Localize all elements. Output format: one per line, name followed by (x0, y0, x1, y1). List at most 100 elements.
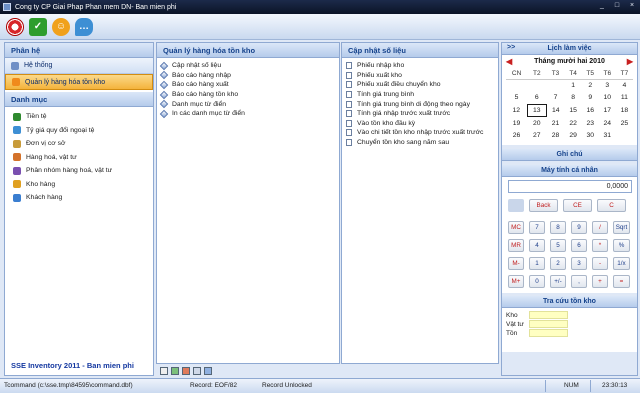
list-item[interactable]: Phiếu xuất điều chuyển kho (346, 80, 498, 90)
calc-2-button[interactable]: 2 (550, 256, 566, 270)
list-item[interactable]: Báo cáo hàng tồn kho (159, 90, 339, 100)
calendar-day[interactable]: 8 (565, 92, 582, 105)
prev-month-icon[interactable]: ◀ (506, 57, 512, 66)
list-item[interactable]: Phiếu xuất kho (346, 71, 498, 81)
checkmark-icon[interactable]: ✓ (29, 17, 47, 36)
calendar-day[interactable]: 30 (582, 129, 599, 142)
calc-equals-button[interactable]: = (613, 274, 630, 288)
calendar-day[interactable]: 14 (546, 104, 564, 117)
print-icon[interactable] (193, 366, 201, 375)
calendar-day[interactable]: 2 (582, 79, 599, 92)
list-item[interactable]: Danh mục từ điển (159, 99, 339, 109)
calendar-day[interactable]: 26 (506, 129, 527, 142)
list-item[interactable]: Tính giá trung bình di động theo ngày (346, 99, 498, 109)
calendar-day[interactable]: 17 (599, 104, 616, 117)
calendar-day[interactable]: 15 (565, 104, 582, 117)
calendar-day[interactable] (616, 129, 633, 142)
calendar-day[interactable]: 23 (582, 117, 599, 130)
calendar-day[interactable]: 29 (565, 129, 582, 142)
module-he-thong[interactable]: Hệ thống (5, 58, 153, 74)
calc-reciprocal-button[interactable]: 1/x (613, 256, 630, 270)
export-icon[interactable] (204, 366, 212, 375)
calendar-day[interactable]: 16 (582, 104, 599, 117)
next-month-icon[interactable]: ▶ (627, 57, 633, 66)
list-item[interactable]: Chuyển tồn kho sang năm sau (346, 138, 498, 148)
kho-input[interactable] (529, 311, 568, 320)
smiley-icon[interactable]: ☺ (52, 17, 70, 36)
chat-bubble-icon[interactable]: … (75, 17, 93, 36)
list-item[interactable]: Báo cáo hàng nhập (159, 71, 339, 81)
danhmuc-item-khach-hang[interactable]: Khách hàng (5, 191, 153, 205)
calc-multiply-button[interactable]: * (592, 238, 608, 252)
calendar-day[interactable]: 5 (506, 92, 527, 105)
calc-0-button[interactable]: 0 (529, 274, 545, 288)
calc-percent-button[interactable]: % (613, 238, 630, 252)
list-item[interactable]: Tính giá nhập trước xuất trước (346, 109, 498, 119)
calc-decimal-button[interactable]: , (571, 274, 587, 288)
calendar-day[interactable]: 21 (546, 117, 564, 130)
calc-back-button[interactable]: Back (529, 198, 558, 212)
calendar-day[interactable]: 25 (616, 117, 633, 130)
calendar-day[interactable] (546, 79, 564, 92)
calc-3-button[interactable]: 3 (571, 256, 587, 270)
calendar-day[interactable]: 24 (599, 117, 616, 130)
calc-m-minus-button[interactable]: M- (508, 256, 524, 270)
calendar-day[interactable]: 6 (527, 92, 546, 105)
list-item[interactable]: Vào tồn kho đầu kỳ (346, 119, 498, 129)
calc-7-button[interactable]: 7 (529, 220, 545, 234)
ton-input[interactable] (529, 329, 568, 338)
danhmuc-item-tien-te[interactable]: Tiền tệ (5, 110, 153, 124)
module-inventory[interactable]: Quản lý hàng hóa tồn kho (5, 74, 153, 90)
calendar-day[interactable]: 10 (599, 92, 616, 105)
lifebuoy-icon[interactable] (6, 17, 24, 36)
delete-icon[interactable] (182, 366, 190, 375)
calendar-day[interactable]: 12 (506, 104, 527, 117)
calendar-day[interactable] (527, 79, 546, 92)
maximize-button[interactable]: □ (613, 2, 621, 10)
calendar-day[interactable]: 22 (565, 117, 582, 130)
minimize-button[interactable]: _ (598, 2, 606, 10)
calendar-day[interactable]: 28 (546, 129, 564, 142)
calendar-day[interactable] (506, 79, 527, 92)
calc-1-button[interactable]: 1 (529, 256, 545, 270)
calc-sign-button[interactable]: +/- (550, 274, 566, 288)
list-item[interactable]: Phiếu nhập kho (346, 61, 498, 71)
calendar-day[interactable]: 18 (616, 104, 633, 117)
calc-add-button[interactable]: + (592, 274, 608, 288)
calc-mc-button[interactable]: MC (508, 220, 524, 234)
collapse-arrows-icon[interactable]: >> (507, 44, 515, 51)
calc-sqrt-button[interactable]: Sqrt (613, 220, 630, 234)
calendar-day[interactable]: 3 (599, 79, 616, 92)
calc-5-button[interactable]: 5 (550, 238, 566, 252)
calendar-day-today[interactable]: 13 (526, 103, 547, 118)
calendar-day[interactable]: 9 (582, 92, 599, 105)
notes-header[interactable]: Ghi chú (502, 148, 637, 161)
list-item[interactable]: Báo cáo hàng xuất (159, 80, 339, 90)
edit-icon[interactable] (160, 366, 168, 375)
danhmuc-item-kho-hang[interactable]: Kho hàng (5, 178, 153, 192)
calc-9-button[interactable]: 9 (571, 220, 587, 234)
danhmuc-item-phan-nhom[interactable]: Phân nhóm hàng hoá, vật tư (5, 164, 153, 178)
calendar-day[interactable]: 1 (565, 79, 582, 92)
calc-m-plus-button[interactable]: M+ (508, 274, 524, 288)
calc-4-button[interactable]: 4 (529, 238, 545, 252)
calc-mr-button[interactable]: MR (508, 238, 524, 252)
danhmuc-item-hang-hoa[interactable]: Hàng hoá, vật tư (5, 151, 153, 165)
list-item[interactable]: Vào chi tiết tồn kho nhập trước xuất trư… (346, 128, 498, 138)
list-item[interactable]: Cập nhật số liệu (159, 61, 339, 71)
list-item[interactable]: Tính giá trung bình (346, 90, 498, 100)
close-button[interactable]: × (628, 2, 636, 10)
vat-tu-input[interactable] (529, 320, 568, 329)
calc-subtract-button[interactable]: - (592, 256, 608, 270)
list-item[interactable]: In các danh mục từ điển (159, 109, 339, 119)
calendar-day[interactable]: 31 (599, 129, 616, 142)
calc-divide-button[interactable]: / (592, 220, 608, 234)
calc-ce-button[interactable]: CE (563, 198, 592, 212)
calc-8-button[interactable]: 8 (550, 220, 566, 234)
calc-c-button[interactable]: C (597, 198, 626, 212)
calendar-day[interactable]: 7 (546, 92, 564, 105)
calendar-day[interactable]: 27 (527, 129, 546, 142)
calendar-day[interactable]: 19 (506, 117, 527, 130)
calc-6-button[interactable]: 6 (571, 238, 587, 252)
calendar-day[interactable]: 11 (616, 92, 633, 105)
